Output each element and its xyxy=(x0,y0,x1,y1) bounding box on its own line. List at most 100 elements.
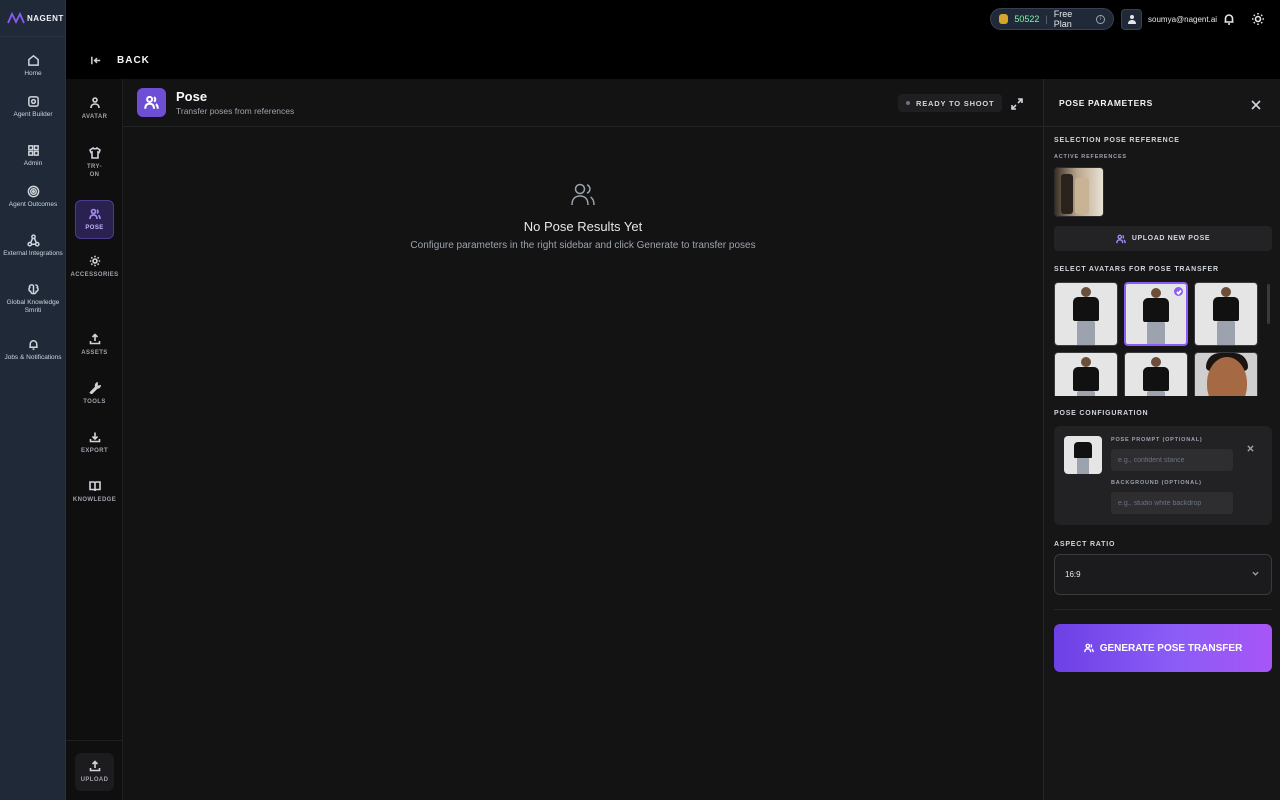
panel-title: POSE PARAMETERS xyxy=(1059,98,1153,108)
bell-icon xyxy=(28,340,38,350)
nav-item-home[interactable]: Home xyxy=(0,54,66,78)
users-icon xyxy=(571,183,595,206)
tool-nav-tools[interactable]: TOOLS xyxy=(75,382,114,410)
close-icon xyxy=(1247,445,1254,452)
nav-item-agent-outcomes[interactable]: Agent Outcomes xyxy=(0,185,66,209)
upload-new-pose-label: UPLOAD NEW POSE xyxy=(1131,235,1211,242)
nav-item-label: Agent Builder xyxy=(13,111,53,118)
page-subtitle: Transfer poses from references xyxy=(176,106,295,116)
remove-config-button[interactable] xyxy=(1247,439,1255,452)
brand-wordmark: NAGENT xyxy=(27,13,64,23)
main-panel: Pose Transfer poses from references READ… xyxy=(123,79,1043,800)
nav-item-jobs-notifications[interactable]: Jobs & Notifications xyxy=(0,338,66,362)
status-label: READY TO SHOOT xyxy=(916,98,995,108)
avatar-option[interactable] xyxy=(1194,352,1258,396)
pose-prompt-input[interactable] xyxy=(1111,449,1233,471)
nav-item-label: Agent Outcomes xyxy=(8,201,58,208)
upload-icon xyxy=(89,760,100,772)
user-avatar xyxy=(1121,8,1142,30)
background-input[interactable] xyxy=(1111,492,1233,514)
nav-item-label: Jobs & Notifications xyxy=(4,354,62,361)
nav-item-label: External Integrations xyxy=(3,250,63,257)
nav-item-agent-builder[interactable]: Agent Builder xyxy=(0,95,66,119)
target-icon xyxy=(27,185,39,198)
background-label: BACKGROUND (OPTIONAL) xyxy=(1111,480,1202,486)
expand-button[interactable] xyxy=(1011,97,1023,110)
notifications-button[interactable] xyxy=(1222,12,1236,26)
brand-logo[interactable]: NAGENT xyxy=(0,0,65,37)
back-button[interactable]: BACK xyxy=(90,54,150,67)
reference-figure xyxy=(1061,174,1073,214)
pose-badge xyxy=(137,88,166,117)
user-email: soumya@nagent.ai xyxy=(1148,14,1218,24)
upload-new-pose-button[interactable]: UPLOAD NEW POSE xyxy=(1054,226,1272,251)
users-icon xyxy=(1116,234,1126,243)
page-title: Pose xyxy=(176,89,208,104)
tool-nav-try-on[interactable]: TRY-ON xyxy=(75,147,114,187)
nav-item-external-integrations[interactable]: External Integrations xyxy=(0,234,66,258)
avatar-option[interactable] xyxy=(1054,352,1118,396)
person-icon xyxy=(89,97,100,109)
generate-pose-transfer-button[interactable]: GENERATE POSE TRANSFER xyxy=(1054,624,1272,672)
avatar-option[interactable] xyxy=(1124,352,1188,396)
avatar-figure xyxy=(1211,287,1241,345)
status-badge: READY TO SHOOT xyxy=(898,94,1003,112)
panel-header: POSE PARAMETERS xyxy=(1044,79,1280,127)
pose-prompt-label: POSE PROMPT (OPTIONAL) xyxy=(1111,437,1203,443)
tool-nav-accessories[interactable]: ACCESSORIES xyxy=(70,255,118,283)
generate-label: GENERATE POSE TRANSFER xyxy=(1099,642,1243,654)
wrench-icon xyxy=(88,382,101,394)
theme-toggle-button[interactable] xyxy=(1251,12,1265,26)
users-icon xyxy=(1083,643,1094,653)
brain-icon xyxy=(27,284,39,295)
pose-config-card: POSE PROMPT (OPTIONAL) BACKGROUND (OPTIO… xyxy=(1054,426,1272,525)
section-label: SELECTION POSE REFERENCE xyxy=(1054,137,1180,144)
close-panel-button[interactable] xyxy=(1251,97,1263,110)
avatar-figure xyxy=(1141,288,1171,344)
nav-item-label: Home xyxy=(24,70,42,77)
info-icon[interactable]: i xyxy=(1096,14,1105,24)
plan-label: Free Plan xyxy=(1053,9,1073,29)
empty-state-title: No Pose Results Yet xyxy=(523,219,643,234)
gear-icon xyxy=(89,255,100,267)
avatar-figure xyxy=(1141,357,1171,396)
expand-icon xyxy=(1011,98,1023,110)
avatar-option[interactable] xyxy=(1054,282,1118,346)
cube-icon xyxy=(27,96,39,107)
avatar-option-selected[interactable] xyxy=(1124,282,1188,346)
section-label: POSE CONFIGURATION xyxy=(1054,410,1149,417)
tool-nav-label: ACCESSORIES xyxy=(70,272,119,278)
share-icon xyxy=(26,234,40,247)
empty-state-subtitle: Configure parameters in the right sideba… xyxy=(410,240,756,251)
tool-nav-label: POSE xyxy=(85,224,104,231)
user-icon xyxy=(1127,15,1136,24)
divider xyxy=(1054,609,1272,610)
tool-nav-label: UPLOAD xyxy=(80,777,109,783)
aspect-ratio-select[interactable]: 16:9 xyxy=(1054,554,1272,595)
tool-nav: AVATAR TRY-ON POSE ACCESSORIES ASSETS TO… xyxy=(66,79,123,800)
nav-item-label: Global Knowledge Smriti xyxy=(6,299,60,314)
tool-nav-pose[interactable]: POSE xyxy=(75,200,114,239)
user-menu[interactable]: soumya@nagent.ai xyxy=(1121,8,1217,30)
coin-icon xyxy=(999,14,1009,24)
pose-parameters-panel: POSE PARAMETERS SELECTION POSE REFERENCE… xyxy=(1043,79,1280,800)
credits-pill[interactable]: 50522 | Free Plan i xyxy=(990,8,1114,30)
tool-nav-label: KNOWLEDGE xyxy=(72,497,117,503)
tool-nav-label: AVATAR xyxy=(81,114,108,120)
credits-count: 50522 xyxy=(1014,14,1040,24)
tool-nav-assets[interactable]: ASSETS xyxy=(75,333,114,361)
sun-icon xyxy=(1252,13,1264,25)
back-label: BACK xyxy=(117,55,150,66)
upload-icon xyxy=(89,333,100,345)
tool-nav-export[interactable]: EXPORT xyxy=(75,431,114,459)
chevron-down-icon xyxy=(1252,570,1260,578)
tool-nav-upload[interactable]: UPLOAD xyxy=(75,753,114,791)
reference-pose-thumbnail[interactable] xyxy=(1054,167,1104,217)
avatar-figure xyxy=(1071,287,1101,345)
avatar-option[interactable] xyxy=(1194,282,1258,346)
tool-nav-knowledge[interactable]: KNOWLEDGE xyxy=(72,480,117,508)
tool-nav-avatar[interactable]: AVATAR xyxy=(75,97,114,129)
nav-item-admin[interactable]: Admin xyxy=(0,144,66,168)
nav-item-global-knowledge[interactable]: Global Knowledge Smriti xyxy=(0,283,66,314)
avatar-grid-scrollbar[interactable] xyxy=(1267,284,1270,324)
